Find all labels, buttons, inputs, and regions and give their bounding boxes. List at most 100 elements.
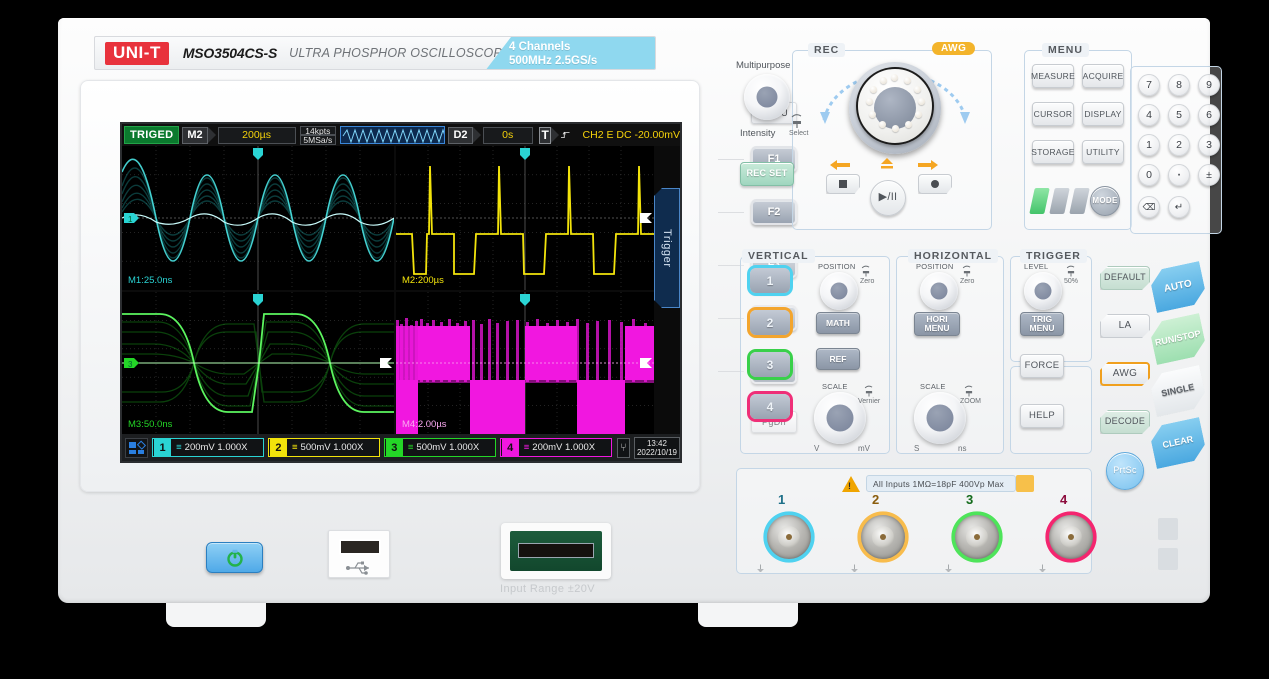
status-timebase[interactable]: 200µs [218,127,296,144]
status-bar: TRIGED M2 200µs 14kpts 5MSa/s D2 0s T [122,124,680,146]
auto-button[interactable]: AUTO [1148,261,1208,313]
bnc-channel-2[interactable] [854,508,912,566]
keypad-8[interactable]: 8 [1168,74,1190,96]
trig-menu-button[interactable]: TRIG MENU [1020,312,1064,336]
measure-button[interactable]: MEASURE [1032,64,1074,88]
trigger-fifty-press-icon [1064,264,1078,278]
control-panel: REC AWG Multipurpose Intensity Select [732,40,1187,580]
prev-arrow-icon [828,158,852,172]
multipurpose-knob[interactable] [744,74,790,120]
clear-button[interactable]: CLEAR [1148,417,1208,469]
channel-item-3[interactable]: 3 ≡ 500mV 1.000X [384,438,496,457]
waveform-preview[interactable] [340,126,445,144]
trigger-title: TRIGGER [1020,249,1087,263]
vertical-unit-v: V [814,444,819,453]
keypad-enter[interactable]: ↵ [1168,196,1190,218]
status-mode-chip[interactable]: M2 [182,127,207,144]
status-delay-chip[interactable]: D2 [448,127,472,144]
display-bezel: TRIGED M2 200µs 14kpts 5MSa/s D2 0s T [80,80,700,492]
keypad-3[interactable]: 3 [1198,134,1220,156]
keypad-6[interactable]: 6 [1198,104,1220,126]
prtsc-button[interactable]: PrtSc [1106,452,1144,490]
ref-button[interactable]: REF [816,348,860,370]
power-button[interactable] [206,542,263,573]
trigger-level-knob[interactable] [1024,272,1062,310]
record-button[interactable] [918,174,952,194]
channel-4-number: 4 [502,439,519,456]
rec-main-knob[interactable] [849,62,941,154]
awg-button[interactable]: AWG [1100,362,1150,386]
keypad-5[interactable]: 5 [1168,104,1190,126]
apps-icon[interactable] [125,438,148,458]
usb-host-port[interactable] [328,530,390,578]
utility-button[interactable]: UTILITY [1082,140,1124,164]
acquire-button[interactable]: ACQUIRE [1082,64,1124,88]
play-pause-button[interactable]: ▶/II [870,180,906,216]
trigger-side-tab[interactable]: Trigger [654,188,680,308]
horizontal-position-knob[interactable] [920,272,958,310]
oscilloscope-front-panel: UNI-T MSO3504CS-S ULTRA PHOSPHOR OSCILLO… [58,18,1210,603]
run-stop-button[interactable]: RUN/STOP [1148,313,1208,365]
bnc-3-label: 3 [966,492,973,507]
vertical-ch2-button[interactable]: 2 [750,310,790,335]
bnc-channel-3[interactable] [948,508,1006,566]
keypad-decimal[interactable]: · [1168,164,1190,186]
decode-button[interactable]: DECODE [1100,410,1150,434]
rec-set-button[interactable]: REC SET [740,162,794,186]
quadrant-m4[interactable]: M4:2.00µs [396,292,654,434]
horizontal-scale-label: SCALE [920,382,946,391]
horizontal-zero-label: Zero [960,278,974,285]
channel-3-settings: 500mV 1.000X [416,442,479,453]
storage-button[interactable]: STORAGE [1032,140,1074,164]
mode-button[interactable]: MODE [1090,186,1120,216]
la-connector[interactable] [501,523,611,579]
usb-slot [339,539,381,555]
status-delay-value[interactable]: 0s [483,127,533,144]
vertical-vernier-label: Vernier [858,398,880,405]
channel-item-1[interactable]: 1 ≡ 200mV 1.000X [152,438,264,457]
default-button[interactable]: DEFAULT [1100,266,1150,290]
keypad-plusminus[interactable]: ± [1198,164,1220,186]
display-button[interactable]: DISPLAY [1082,102,1124,126]
vertical-ch4-button[interactable]: 4 [750,394,790,419]
quadrant-m2[interactable]: M2:200µs [396,146,654,290]
status-trigger-state: TRIGED [124,126,179,144]
vertical-position-knob[interactable] [820,272,858,310]
channel-item-2[interactable]: 2 ≡ 500mV 1.000X [268,438,380,457]
cursor-button[interactable]: CURSOR [1032,102,1074,126]
la-button[interactable]: LA [1100,314,1150,338]
la-input-range-label: Input Range ±20V [500,583,595,595]
horizontal-position-label: POSITION [916,262,953,271]
bnc-1-label: 1 [778,492,785,507]
menu-title: MENU [1042,43,1089,57]
math-button[interactable]: MATH [816,312,860,334]
help-button[interactable]: HELP [1020,404,1064,428]
stop-button[interactable] [826,174,860,194]
inputs-note: All Inputs 1MΩ=18pF 400Vp Max [866,475,1016,492]
bnc-channel-1[interactable] [760,508,818,566]
quadrant-m3[interactable]: 3 M3:50.0ns [122,292,394,434]
press-select-icon [788,112,806,130]
keypad-0[interactable]: 0 [1138,164,1160,186]
quadrant-m1[interactable]: 1 M1:25.0ns [122,146,394,290]
horizontal-scale-knob[interactable] [914,392,966,444]
keypad-backspace[interactable]: ⌫ [1138,196,1160,218]
single-button[interactable]: SINGLE [1148,365,1208,417]
vertical-ch3-button[interactable]: 3 [750,352,790,377]
channel-2-number: 2 [270,439,287,456]
clock-time: 13:42 [637,439,677,448]
keypad-1[interactable]: 1 [1138,134,1160,156]
keypad-4[interactable]: 4 [1138,104,1160,126]
inputs-note-text: All Inputs 1MΩ=18pF 400Vp Max [873,479,1004,489]
keypad-7[interactable]: 7 [1138,74,1160,96]
vertical-ch1-button[interactable]: 1 [750,268,790,293]
channel-item-4[interactable]: 4 ≡ 200mV 1.000X [500,438,612,457]
force-button[interactable]: FORCE [1020,354,1064,378]
keypad-2[interactable]: 2 [1168,134,1190,156]
hori-menu-button[interactable]: HORI MENU [914,312,960,336]
keypad-9[interactable]: 9 [1198,74,1220,96]
display-screen[interactable]: TRIGED M2 200µs 14kpts 5MSa/s D2 0s T [122,124,680,461]
trigger-tab-label: Trigger [661,229,673,268]
m4-markers-icon [396,292,654,434]
bnc-channel-4[interactable] [1042,508,1100,566]
